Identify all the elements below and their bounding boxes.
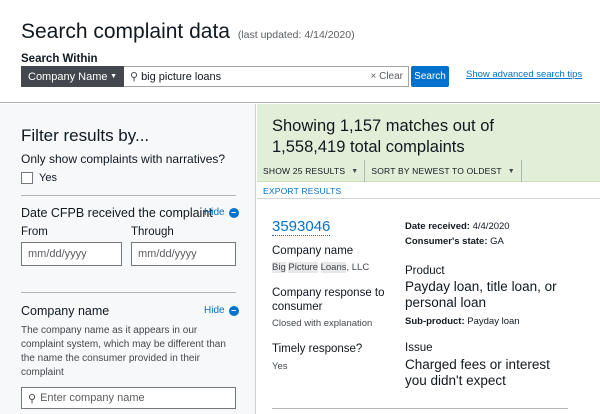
hide-company-section-button[interactable]: Hide – xyxy=(204,305,239,316)
date-received: Date received: 4/4/2020 xyxy=(405,221,510,232)
search-field-value: Company Name xyxy=(28,70,108,83)
highlight-term: Loans xyxy=(320,262,347,273)
last-updated-text: (last updated: 4/14/2020) xyxy=(237,29,355,41)
page-title-text: Search complaint data xyxy=(21,20,230,43)
through-date-input[interactable]: mm/dd/yyyy xyxy=(131,242,236,266)
company-name-input[interactable]: ⚲ Enter company name xyxy=(21,387,236,409)
clear-search-button[interactable]: × Clear xyxy=(370,71,403,82)
company-name-suffix: , LLC xyxy=(346,262,370,273)
search-within-label: Search Within xyxy=(21,53,98,65)
date-received-label: Date received: xyxy=(405,221,470,232)
narratives-question: Only show complaints with narratives? xyxy=(21,152,226,166)
results-per-page-dropdown[interactable]: SHOW 25 RESULTS ▼ xyxy=(257,160,366,182)
search-icon: ⚲ xyxy=(28,392,37,405)
divider xyxy=(21,292,236,293)
narratives-yes-option[interactable]: Yes xyxy=(21,172,57,184)
search-row: Company Name ▼ ⚲ big picture loans × Cle… xyxy=(21,66,449,87)
complaint-id-link[interactable]: 3593046 xyxy=(272,218,331,236)
company-section-title: Company name xyxy=(21,304,110,318)
consumer-state-value: GA xyxy=(490,236,504,247)
caret-down-icon: ▼ xyxy=(351,167,359,175)
date-section-title: Date CFPB received the complaint xyxy=(21,206,213,220)
company-name-value: Big Picture Loans, LLC xyxy=(272,262,369,274)
through-label: Through xyxy=(131,226,174,238)
from-date-input[interactable]: mm/dd/yyyy xyxy=(21,242,122,266)
results-toolbar: SHOW 25 RESULTS ▼ SORT BY NEWEST TO OLDE… xyxy=(257,160,600,182)
company-name-placeholder: Enter company name xyxy=(40,392,145,404)
company-response-label: Company response to consumer xyxy=(272,287,385,313)
hide-date-section-button[interactable]: Hide – xyxy=(204,207,239,218)
from-label: From xyxy=(21,226,48,238)
highlight-term: Big xyxy=(272,262,286,273)
divider xyxy=(272,408,568,409)
hide-label: Hide xyxy=(204,207,225,218)
product-value: Payday loan, title loan, or personal loa… xyxy=(405,279,557,310)
divider xyxy=(21,195,236,196)
sort-label: SORT BY NEWEST TO OLDEST xyxy=(371,166,502,176)
timely-response-value: Yes xyxy=(272,361,288,372)
advanced-search-tips-link[interactable]: Show advanced search tips xyxy=(466,69,582,80)
results-count: Showing 1,157 matches out of 1,558,419 t… xyxy=(272,117,494,156)
search-input[interactable]: ⚲ big picture loans × Clear xyxy=(124,66,409,87)
caret-down-icon: ▼ xyxy=(507,167,515,175)
company-response-value: Closed with explanation xyxy=(272,318,373,329)
date-received-value: 4/4/2020 xyxy=(472,221,510,232)
divider xyxy=(257,198,600,199)
narratives-checkbox[interactable] xyxy=(21,172,33,184)
search-input-value: big picture loans xyxy=(141,70,222,83)
search-button[interactable]: Search xyxy=(411,66,449,87)
consumer-state-label: Consumer's state: xyxy=(405,236,488,247)
search-icon: ⚲ xyxy=(130,71,139,83)
highlight-term: Picture xyxy=(288,262,318,273)
product-label: Product xyxy=(405,265,445,277)
search-field-select[interactable]: Company Name ▼ xyxy=(21,66,124,87)
issue-label: Issue xyxy=(405,342,433,354)
timely-response-label: Timely response? xyxy=(272,343,363,355)
search-header: Search complaint data (last updated: 4/1… xyxy=(0,0,600,103)
sub-product-value: Payday loan xyxy=(467,316,520,327)
filter-panel: Filter results by... Only show complaint… xyxy=(0,104,256,414)
sort-dropdown[interactable]: SORT BY NEWEST TO OLDEST ▼ xyxy=(365,160,522,182)
filter-panel-title: Filter results by... xyxy=(21,126,150,145)
caret-down-icon: ▼ xyxy=(110,73,117,80)
page-title: Search complaint data (last updated: 4/1… xyxy=(21,20,355,44)
narratives-yes-label: Yes xyxy=(39,172,57,184)
minus-circle-icon: – xyxy=(228,305,239,316)
hide-label: Hide xyxy=(204,305,225,316)
issue-value: Charged fees or interest you didn't expe… xyxy=(405,357,550,388)
sub-product-label: Sub-product: xyxy=(405,316,465,327)
consumer-state: Consumer's state: GA xyxy=(405,236,504,247)
export-results-link[interactable]: EXPORT RESULTS xyxy=(263,186,341,196)
company-description: The company name as it appears in our co… xyxy=(21,325,226,378)
company-name-label: Company name xyxy=(272,245,354,257)
results-per-page-label: SHOW 25 RESULTS xyxy=(263,166,346,176)
minus-circle-icon: – xyxy=(228,207,239,218)
sub-product: Sub-product: Payday loan xyxy=(405,316,520,327)
